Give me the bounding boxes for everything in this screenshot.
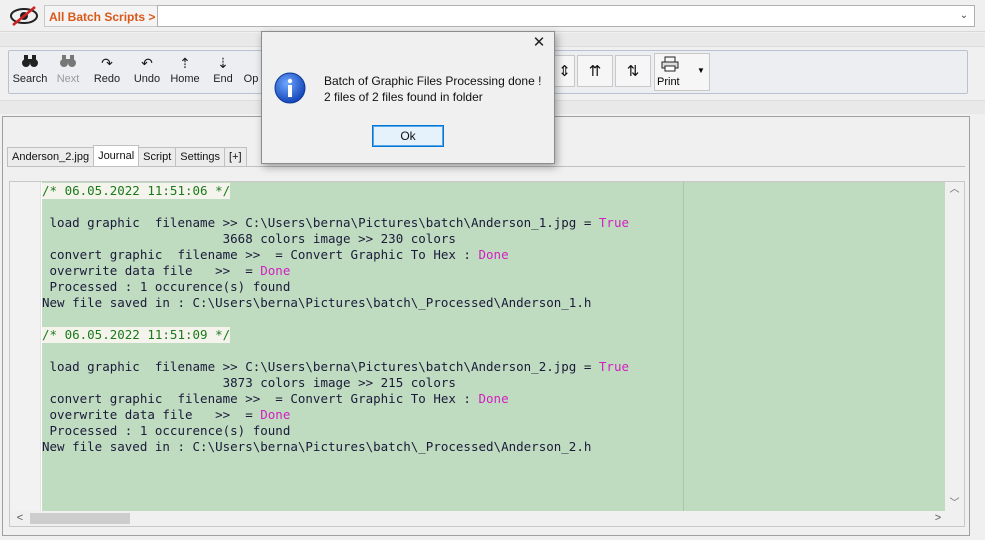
- scroll-left-icon[interactable]: <: [12, 511, 28, 526]
- journal-status-value: True: [598, 215, 630, 230]
- all-batch-scripts-button[interactable]: All Batch Scripts >: [44, 5, 161, 27]
- eye-logo-icon[interactable]: [6, 4, 42, 28]
- scroll-right-icon[interactable]: >: [930, 511, 946, 526]
- journal-line: New file saved in : C:\Users\berna\Pictu…: [42, 439, 592, 454]
- journal-line: New file saved in : C:\Users\berna\Pictu…: [42, 295, 592, 310]
- options-label: Op: [243, 73, 259, 85]
- journal-status-value: Done: [260, 263, 291, 278]
- journal-status-value: Done: [478, 391, 509, 406]
- journal-line: load graphic filename >> C:\Users\berna\…: [42, 215, 630, 231]
- journal-line: /* 06.05.2022 11:51:06 */: [42, 183, 231, 199]
- printer-icon: [661, 56, 679, 75]
- scroll-up-icon[interactable]: ︿: [945, 182, 964, 198]
- journal-line: Processed : 1 occurence(s) found: [42, 423, 291, 438]
- journal-line: 3668 colors image >> 230 colors: [42, 231, 456, 246]
- script-combo[interactable]: ⌄: [157, 5, 975, 27]
- home-label: Home: [170, 73, 200, 85]
- redo-icon: ↷: [101, 55, 113, 71]
- journal-line: convert graphic filename >> = Convert Gr…: [42, 391, 509, 407]
- search-label: Search: [12, 73, 48, 85]
- swap-button[interactable]: ⇅: [615, 55, 651, 87]
- close-icon[interactable]: ✕: [532, 35, 546, 50]
- dialog-message-line2: 2 files of 2 files found in folder: [324, 90, 483, 104]
- ok-button[interactable]: Ok: [372, 125, 444, 147]
- right-margin-line: [683, 182, 684, 512]
- journal-line: overwrite data file >> = Done: [42, 407, 291, 423]
- journal-text-area[interactable]: /* 06.05.2022 11:51:06 */ load graphic f…: [42, 182, 946, 512]
- journal-line-text: convert graphic filename >> = Convert Gr…: [42, 391, 479, 406]
- journal-line-text: load graphic filename >> C:\Users\berna\…: [42, 359, 599, 374]
- undo-button[interactable]: ↶ Undo: [129, 53, 165, 91]
- horizontal-scroll-thumb[interactable]: [30, 513, 130, 524]
- tab-add[interactable]: [+]: [224, 147, 247, 166]
- sort-button[interactable]: ⇕: [555, 55, 575, 87]
- horizontal-scrollbar[interactable]: < >: [10, 511, 964, 526]
- journal-line-text: overwrite data file >> =: [42, 263, 261, 278]
- options-icon: [241, 53, 261, 73]
- home-button[interactable]: ⇡ Home: [167, 53, 203, 91]
- journal-line-text: load graphic filename >> C:\Users\berna\…: [42, 215, 599, 230]
- redo-label: Redo: [93, 73, 121, 85]
- journal-line: 3873 colors image >> 215 colors: [42, 375, 456, 390]
- journal-line-text: overwrite data file >> =: [42, 407, 261, 422]
- info-icon: [274, 72, 306, 104]
- sort-arrows-icon: ⇕: [558, 63, 571, 80]
- undo-icon: ↶: [141, 55, 153, 71]
- search-button[interactable]: Search: [11, 53, 49, 91]
- journal-line: convert graphic filename >> = Convert Gr…: [42, 247, 509, 263]
- journal-line: Processed : 1 occurence(s) found: [42, 279, 291, 294]
- scroll-down-icon[interactable]: ﹀: [945, 496, 964, 512]
- double-up-arrow-icon: ⇈: [588, 63, 602, 80]
- move-up-button[interactable]: ⇈: [577, 55, 613, 87]
- tab-anderson-2-jpg[interactable]: Anderson_2.jpg: [7, 147, 95, 166]
- tab-bar: Anderson_2.jpg Journal Script Settings […: [7, 145, 247, 167]
- top-bar: All Batch Scripts > ⌄: [0, 0, 985, 32]
- journal-status-value: Done: [478, 247, 509, 262]
- binoculars-icon: [11, 53, 49, 73]
- end-arrow-icon: ⇣: [217, 55, 229, 71]
- swap-arrows-icon: ⇅: [626, 63, 640, 80]
- tab-journal[interactable]: Journal: [93, 145, 140, 166]
- end-label: End: [213, 73, 233, 85]
- vertical-scrollbar[interactable]: ︿ ﹀: [945, 182, 964, 512]
- next-label: Next: [56, 73, 80, 85]
- journal-line: overwrite data file >> = Done: [42, 263, 291, 279]
- redo-button[interactable]: ↷ Redo: [89, 53, 125, 91]
- dialog-message-line1: Batch of Graphic Files Processing done !: [324, 74, 542, 88]
- journal-line-text: convert graphic filename >> = Convert Gr…: [42, 247, 479, 262]
- info-dialog: ✕ Batch of Graphic Files Processing done…: [261, 31, 555, 164]
- journal-status-value: True: [598, 359, 630, 374]
- home-arrow-icon: ⇡: [179, 55, 191, 71]
- binoculars-next-icon: [51, 53, 85, 73]
- tab-divider: [7, 166, 965, 167]
- options-button[interactable]: Op: [241, 53, 261, 91]
- undo-label: Undo: [133, 73, 161, 85]
- line-gutter: [10, 182, 41, 512]
- tab-settings[interactable]: Settings: [175, 147, 226, 166]
- journal-status-value: Done: [260, 407, 291, 422]
- document-panel: Anderson_2.jpg Journal Script Settings […: [2, 116, 970, 536]
- next-button[interactable]: Next: [51, 53, 85, 91]
- print-dropdown-icon[interactable]: ▼: [697, 66, 705, 75]
- print-button[interactable]: Print ▼: [654, 53, 710, 91]
- tab-script[interactable]: Script: [138, 147, 177, 166]
- chevron-down-icon[interactable]: ⌄: [958, 10, 970, 22]
- end-button[interactable]: ⇣ End: [207, 53, 239, 91]
- journal-editor[interactable]: /* 06.05.2022 11:51:06 */ load graphic f…: [9, 181, 965, 527]
- journal-line: /* 06.05.2022 11:51:09 */: [42, 327, 231, 343]
- print-label: Print: [657, 76, 680, 88]
- journal-line: load graphic filename >> C:\Users\berna\…: [42, 359, 630, 375]
